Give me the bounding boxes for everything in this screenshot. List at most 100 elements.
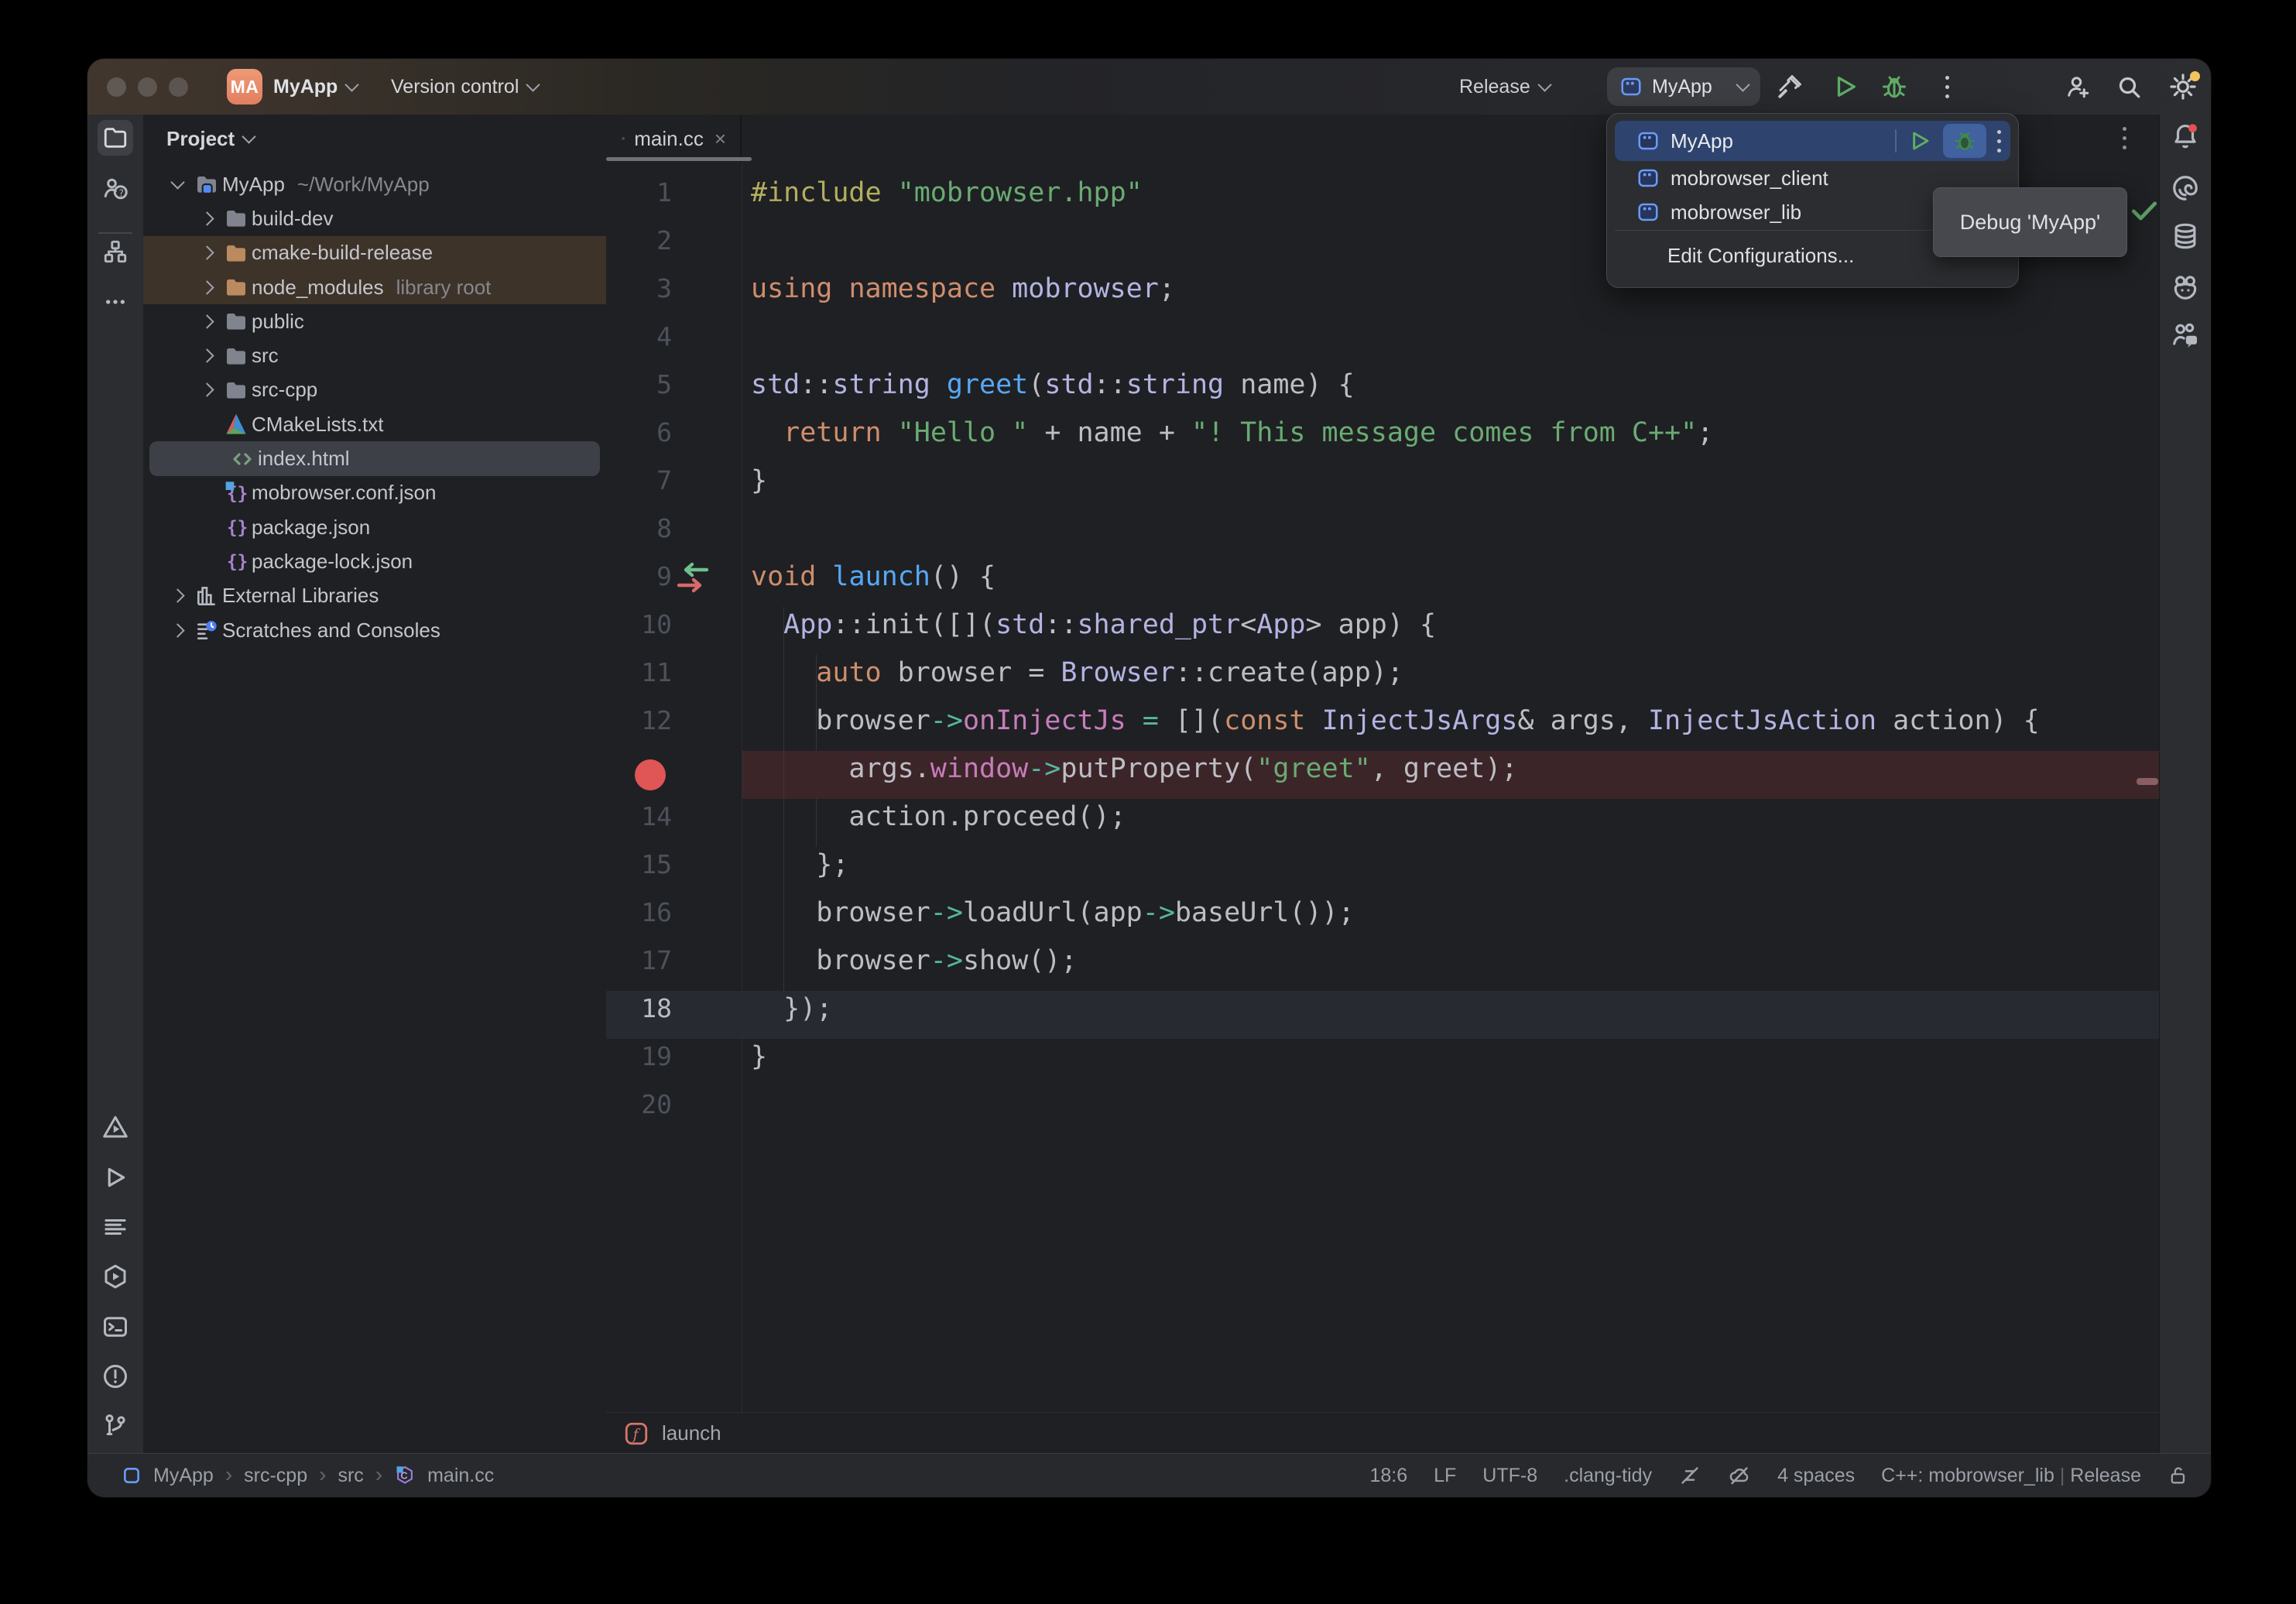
- chevron-right-icon[interactable]: [193, 317, 221, 327]
- highlighting-off-icon[interactable]: [1678, 1464, 1701, 1487]
- run-config-selector[interactable]: MyApp: [1607, 67, 1760, 106]
- line-number-1[interactable]: 1: [606, 169, 672, 217]
- tree-item-build-dev[interactable]: build-dev: [143, 201, 606, 235]
- inspections-ok-icon[interactable]: [2127, 194, 2160, 228]
- popup-item-myapp[interactable]: MyApp: [1615, 121, 2010, 161]
- code-line-15[interactable]: };: [751, 841, 2040, 889]
- ai-assistant-button[interactable]: [2167, 170, 2203, 206]
- plugin-assistant-button[interactable]: [2167, 269, 2203, 305]
- line-number-3[interactable]: 3: [606, 265, 672, 313]
- clang-tidy-widget[interactable]: .clang-tidy: [1564, 1465, 1652, 1487]
- tab-list-button[interactable]: [2109, 122, 2140, 153]
- tree-item-src-cpp[interactable]: src-cpp: [143, 373, 606, 407]
- indent-widget[interactable]: 4 spaces: [1777, 1465, 1855, 1487]
- tree-item-public[interactable]: public: [143, 304, 606, 338]
- line-number-6[interactable]: 6: [606, 409, 672, 457]
- tree-item-node-modules[interactable]: node_moduleslibrary root: [143, 270, 606, 304]
- code-line-17[interactable]: browser->show();: [751, 937, 2040, 985]
- code-with-me-chat-button[interactable]: [2167, 317, 2203, 353]
- error-stripe-breakpoint-mark[interactable]: [2137, 778, 2158, 785]
- unlocked-icon[interactable]: [2167, 1465, 2189, 1486]
- tree-item-package-lock-json[interactable]: {}package-lock.json: [143, 544, 606, 578]
- close-window-button[interactable]: [107, 77, 126, 97]
- tab-main-cc[interactable]: C + + main.cc ×: [608, 115, 742, 163]
- crumb-file[interactable]: main.cc: [427, 1465, 494, 1487]
- caret-position-widget[interactable]: 18:6: [1369, 1465, 1407, 1487]
- encoding-widget[interactable]: UTF-8: [1482, 1465, 1537, 1487]
- code-line-9[interactable]: void launch() {: [751, 553, 2040, 601]
- tree-item-cmake-build-release[interactable]: cmake-build-release: [143, 236, 606, 270]
- code-line-8[interactable]: [751, 505, 2040, 553]
- build-button[interactable]: [1771, 68, 1808, 105]
- line-number-10[interactable]: 10: [606, 601, 672, 649]
- more-actions-button[interactable]: [1928, 68, 1965, 105]
- minimize-window-button[interactable]: [138, 77, 157, 97]
- breadcrumb-scope[interactable]: launch: [662, 1421, 721, 1445]
- code-line-12[interactable]: browser->onInjectJs = [](const InjectJsA…: [751, 697, 2040, 745]
- debug-button[interactable]: [1876, 68, 1913, 105]
- line-number-11[interactable]: 11: [606, 649, 672, 697]
- tree-item-mobrowser-conf-json[interactable]: {}mobrowser.conf.json: [143, 476, 606, 510]
- line-number-17[interactable]: 17: [606, 937, 672, 985]
- crumb-project[interactable]: MyApp: [153, 1465, 214, 1487]
- code-line-20[interactable]: [751, 1081, 2040, 1129]
- tree-item-scratches-and-consoles[interactable]: Scratches and Consoles: [143, 613, 606, 647]
- code-line-10[interactable]: App::init([](std::shared_ptr<App> app) {: [751, 601, 2040, 649]
- tool-structure-button[interactable]: [98, 234, 133, 269]
- chevron-right-icon[interactable]: [193, 283, 221, 293]
- close-tab-icon[interactable]: ×: [715, 127, 726, 151]
- line-number-14[interactable]: 14: [606, 793, 672, 841]
- code-line-4[interactable]: [751, 313, 2040, 361]
- code-line-19[interactable]: }: [751, 1033, 2040, 1081]
- code-line-6[interactable]: return "Hello " + name + "! This message…: [751, 409, 2040, 457]
- tree-item-myapp[interactable]: MyApp~/Work/MyApp: [143, 167, 606, 201]
- line-number-19[interactable]: 19: [606, 1033, 672, 1081]
- line-number-18[interactable]: 18: [606, 985, 672, 1033]
- chevron-right-icon[interactable]: [163, 625, 191, 636]
- code-line-13[interactable]: args.window->putProperty("greet", greet)…: [751, 745, 2040, 793]
- editor-gutter[interactable]: 12345678910111214151617181920: [606, 169, 672, 1129]
- tool-problems-button[interactable]: [98, 1359, 133, 1394]
- resolve-context-widget[interactable]: C++: mobrowser_lib | Release: [1881, 1465, 2141, 1487]
- run-button[interactable]: [1827, 68, 1864, 105]
- tree-item-src[interactable]: src: [143, 338, 606, 372]
- run-icon[interactable]: [1907, 129, 1932, 153]
- vcs-menu[interactable]: Version control: [391, 59, 538, 115]
- code-line-16[interactable]: browser->loadUrl(app->baseUrl());: [751, 889, 2040, 937]
- line-number-2[interactable]: 2: [606, 217, 672, 265]
- navigation-arrows-icon[interactable]: [673, 557, 713, 598]
- line-number-9[interactable]: 9: [606, 553, 672, 601]
- breakpoint-icon[interactable]: [635, 759, 666, 790]
- build-type-selector[interactable]: Release: [1459, 59, 1550, 115]
- tree-item-index-html[interactable]: index.html: [149, 441, 600, 475]
- chevron-right-icon[interactable]: [193, 214, 221, 224]
- zoom-window-button[interactable]: [169, 77, 188, 97]
- code-line-18[interactable]: });: [751, 985, 2040, 1033]
- project-window-icon[interactable]: [122, 1465, 142, 1486]
- chevron-right-icon[interactable]: [193, 248, 221, 258]
- notifications-button[interactable]: [2167, 118, 2203, 154]
- debug-button-hover[interactable]: [1943, 124, 1986, 158]
- line-number-8[interactable]: 8: [606, 505, 672, 553]
- line-number-12[interactable]: 12: [606, 697, 672, 745]
- line-number-7[interactable]: 7: [606, 457, 672, 505]
- tool-more-button[interactable]: [98, 284, 133, 320]
- tool-profiler-button[interactable]: [98, 1109, 133, 1145]
- chevron-right-icon[interactable]: [193, 351, 221, 361]
- tool-todo-button[interactable]: [98, 1209, 133, 1245]
- tool-learn-button[interactable]: ?: [98, 170, 133, 206]
- code-line-11[interactable]: auto browser = Browser::create(app);: [751, 649, 2040, 697]
- project-panel-header[interactable]: Project: [166, 115, 254, 163]
- line-number-20[interactable]: 20: [606, 1081, 672, 1129]
- line-number-16[interactable]: 16: [606, 889, 672, 937]
- chevron-right-icon[interactable]: [163, 591, 191, 601]
- kebab-icon[interactable]: [1997, 130, 2001, 153]
- code-line-14[interactable]: action.proceed();: [751, 793, 2040, 841]
- code-editor[interactable]: 12345678910111214151617181920 #include "…: [606, 163, 2160, 1413]
- crumb-src[interactable]: src: [338, 1465, 363, 1487]
- chevron-down-icon[interactable]: [163, 182, 191, 187]
- tool-services-button[interactable]: [98, 1259, 133, 1294]
- line-number-15[interactable]: 15: [606, 841, 672, 889]
- line-number-5[interactable]: 5: [606, 361, 672, 409]
- search-everywhere-button[interactable]: [2110, 68, 2147, 105]
